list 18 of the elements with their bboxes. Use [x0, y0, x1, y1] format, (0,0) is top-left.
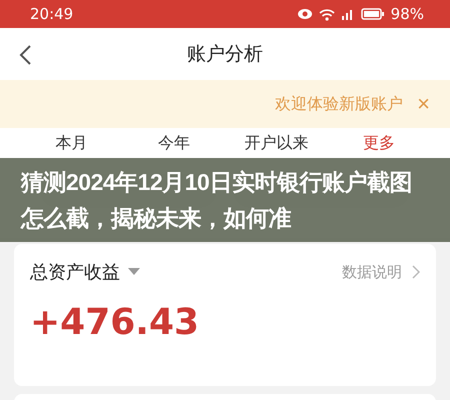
more-tab[interactable]: 更多 — [362, 133, 395, 152]
back-icon[interactable] — [18, 44, 32, 66]
battery-level: 98% — [390, 5, 424, 23]
notice-text: 欢迎体验新版账户 — [275, 94, 404, 114]
battery-icon — [360, 8, 385, 20]
total-return: +476.43 — [30, 302, 200, 343]
status-time: 20:49 — [30, 5, 74, 23]
headline-text: 猜测2024年12月10日实时银行账户截图怎么截，揭秘未来，如何准 — [21, 168, 413, 233]
period-tab[interactable]: 今年 — [158, 133, 190, 152]
period-tab[interactable]: 开户以来 — [244, 133, 308, 152]
period-tab[interactable]: 本月 — [55, 133, 88, 152]
wifi-icon — [318, 8, 335, 20]
signal-icon — [340, 8, 355, 20]
page-title: 账户分析 — [187, 42, 263, 67]
eye-icon — [296, 8, 313, 20]
dropdown-icon[interactable] — [128, 268, 140, 276]
chevron-icon — [412, 265, 420, 279]
card-title: 总资产收益 — [30, 261, 120, 284]
